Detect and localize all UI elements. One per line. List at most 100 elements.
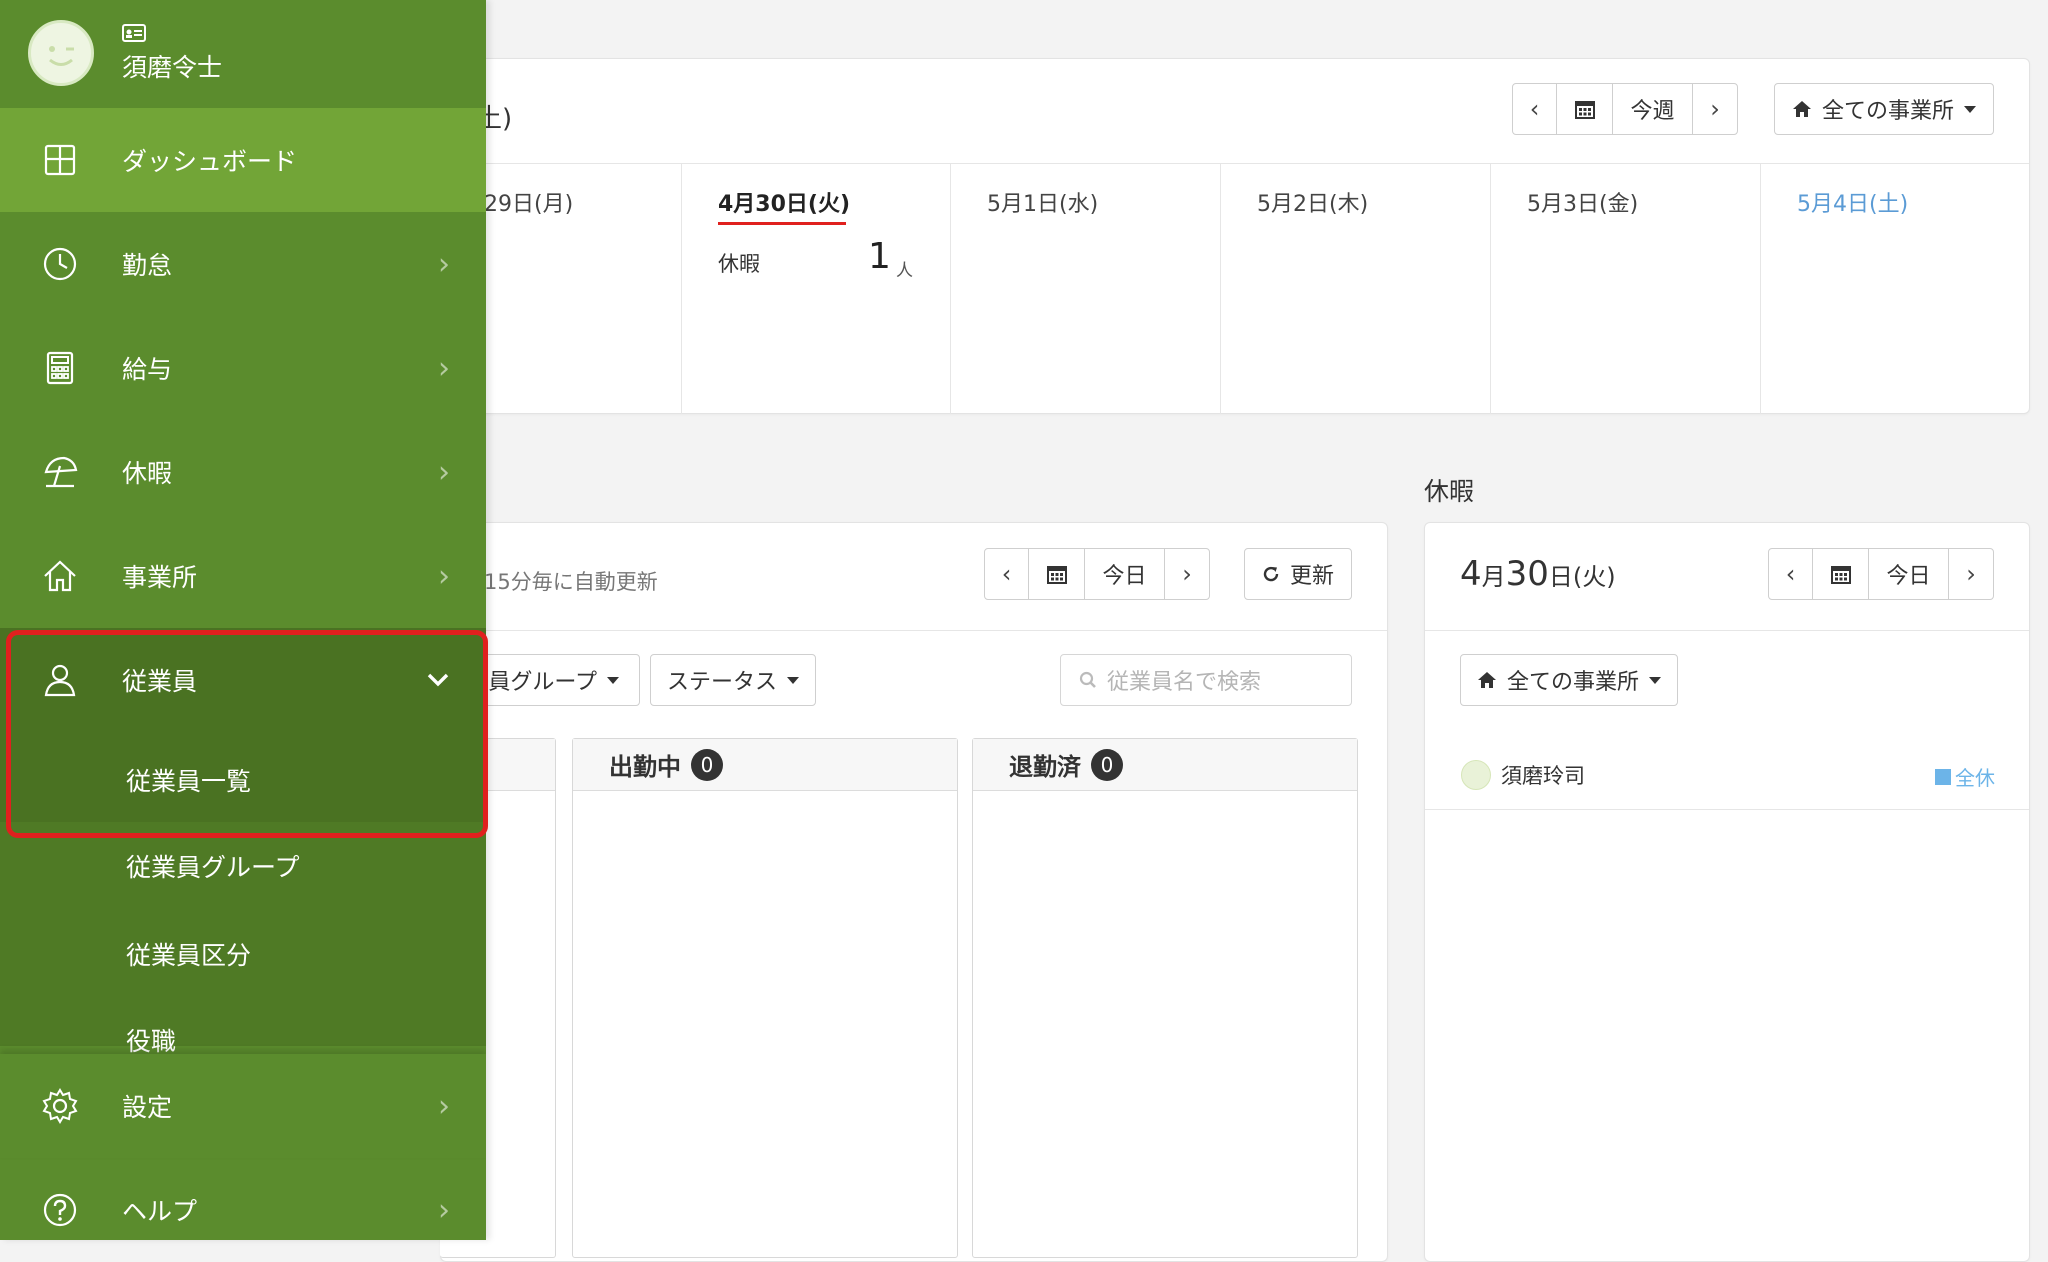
beach-umbrella-icon	[44, 456, 78, 488]
this-week-button[interactable]: 今週	[1613, 84, 1693, 134]
leave-date-month-unit: 月	[1481, 563, 1506, 591]
today-underline	[718, 222, 846, 225]
caret-down-icon	[787, 676, 799, 684]
leave-calendar-button[interactable]	[1813, 549, 1869, 599]
submenu-employee-groups[interactable]: 従業員グループ	[126, 848, 300, 884]
sidebar-item-label: ヘルプ	[122, 1197, 198, 1226]
sidebar-item-leave[interactable]: 休暇 ›	[0, 420, 486, 524]
sidebar-item-office[interactable]: 事業所 ›	[0, 524, 486, 628]
employee-search-placeholder: 従業員名で検索	[1107, 670, 1262, 695]
attendance-nav-group: ‹ 今日 ›	[984, 548, 1210, 600]
chevron-right-icon: ›	[438, 1192, 450, 1228]
prev-day-button[interactable]: ‹	[985, 549, 1029, 599]
user-name: 須磨令士	[122, 53, 223, 82]
today-button[interactable]: 今日	[1085, 549, 1165, 599]
day-label: 29日(月)	[484, 192, 574, 217]
gear-icon	[42, 1088, 78, 1124]
chevron-left-icon: ‹	[1785, 560, 1796, 588]
status-column-header: 退勤済 0	[973, 739, 1357, 791]
leave-card	[1424, 522, 2030, 1262]
leave-prev-day-button[interactable]: ‹	[1769, 549, 1813, 599]
sidebar-item-help[interactable]: ヘルプ ›	[0, 1158, 486, 1240]
week-calendar-button[interactable]	[1557, 84, 1613, 134]
status-filter-label: ステータス	[666, 670, 777, 695]
leave-tag: 全休	[1935, 762, 1995, 791]
day-column[interactable]: 5月1日(水)	[951, 164, 1221, 414]
leave-today-button[interactable]: 今日	[1869, 549, 1949, 599]
status-count-badge: 0	[1091, 748, 1123, 781]
smiley-avatar-icon	[49, 46, 74, 66]
search-icon	[1079, 671, 1096, 688]
calendar-icon	[1830, 566, 1851, 584]
sidebar-item-label: ダッシュボード	[122, 147, 298, 176]
leave-date-suffix: 日(火)	[1548, 563, 1616, 591]
refresh-button-label: 更新	[1289, 564, 1334, 589]
calculator-icon	[46, 351, 74, 385]
refresh-icon	[1263, 566, 1279, 582]
clock-icon	[43, 247, 77, 281]
day-label: 5月1日(水)	[987, 192, 1099, 217]
help-icon	[43, 1193, 77, 1227]
leave-office-filter[interactable]: 全ての事業所	[1460, 654, 1678, 706]
status-column-left-work: 退勤済 0	[972, 738, 1358, 1258]
calendar-icon	[1046, 566, 1067, 584]
employee-search-input[interactable]: 従業員名で検索	[1060, 654, 1352, 706]
attendance-calendar-button[interactable]	[1029, 549, 1085, 599]
leave-nav-group: ‹ 今日 ›	[1768, 548, 1994, 600]
sidebar-item-label: 設定	[122, 1093, 173, 1122]
status-column-title: 退勤済	[1009, 753, 1081, 781]
leave-date-day: 30	[1505, 554, 1549, 594]
submenu-employee-categories[interactable]: 従業員区分	[126, 936, 251, 972]
user-avatar[interactable]	[28, 20, 94, 86]
day-label: 5月2日(木)	[1257, 192, 1369, 217]
day-label-today: 4月30日(火)	[718, 192, 851, 217]
week-office-filter[interactable]: 全ての事業所	[1774, 83, 1994, 135]
leave-count-value: 1	[868, 236, 891, 277]
status-count-badge: 0	[691, 748, 723, 781]
next-week-button[interactable]: ›	[1693, 84, 1737, 134]
leave-next-day-button[interactable]: ›	[1949, 549, 1993, 599]
home-filled-icon	[1792, 101, 1811, 117]
chevron-left-icon: ‹	[1001, 560, 1012, 588]
chevron-right-icon: ›	[1710, 95, 1720, 123]
leave-date: 4月30日(火)	[1460, 554, 1616, 594]
dashboard-grid-icon	[44, 144, 76, 176]
sidebar-item-attendance[interactable]: 勤怠 ›	[0, 212, 486, 316]
leave-tag-label: 全休	[1955, 766, 1995, 790]
attendance-divider	[441, 630, 1387, 631]
chevron-right-icon: ›	[1182, 560, 1192, 588]
submenu-positions[interactable]: 役職	[126, 1022, 176, 1058]
refresh-button[interactable]: 更新	[1244, 548, 1352, 600]
chevron-right-icon: ›	[438, 558, 450, 594]
day-column[interactable]: 5月3日(金)	[1491, 164, 1761, 414]
highlight-box	[6, 630, 488, 838]
sidebar-item-payroll[interactable]: 給与 ›	[0, 316, 486, 420]
auto-refresh-text: 15分毎に自動更新	[484, 570, 658, 594]
day-column-today[interactable]: 4月30日(火) 休暇 1 人	[682, 164, 951, 414]
chevron-right-icon: ›	[438, 1088, 450, 1124]
day-label: 5月3日(金)	[1527, 192, 1639, 217]
sidebar-item-label: 事業所	[122, 563, 198, 592]
week-office-filter-label: 全ての事業所	[1821, 99, 1954, 124]
sidebar-item-settings[interactable]: 設定 ›	[0, 1054, 486, 1158]
day-column-saturday[interactable]: 5月4日(土)	[1761, 164, 2029, 414]
next-day-button[interactable]: ›	[1165, 549, 1209, 599]
day-label: 5月4日(土)	[1797, 192, 1909, 217]
status-filter-button[interactable]: ステータス	[650, 654, 816, 706]
prev-week-button[interactable]: ‹	[1513, 84, 1557, 134]
sidebar-item-label: 勤怠	[122, 251, 173, 280]
day-column[interactable]: 5月2日(木)	[1221, 164, 1491, 414]
status-column-working: 出勤中 0	[572, 738, 958, 1258]
id-card-icon	[122, 24, 146, 42]
caret-down-icon	[1964, 105, 1976, 113]
home-filled-icon	[1477, 672, 1496, 688]
leave-divider	[1425, 630, 2029, 631]
chevron-right-icon: ›	[438, 350, 450, 386]
sidebar-item-label: 休暇	[122, 459, 173, 488]
leave-tag-square-icon	[1935, 768, 1951, 785]
sidebar-item-dashboard[interactable]: ダッシュボード	[0, 108, 486, 212]
home-icon	[44, 560, 76, 592]
leave-count-label: 休暇	[718, 252, 760, 276]
calendar-icon	[1574, 101, 1595, 119]
leave-entry-row[interactable]: 須磨玲司 全休	[1425, 740, 2029, 810]
